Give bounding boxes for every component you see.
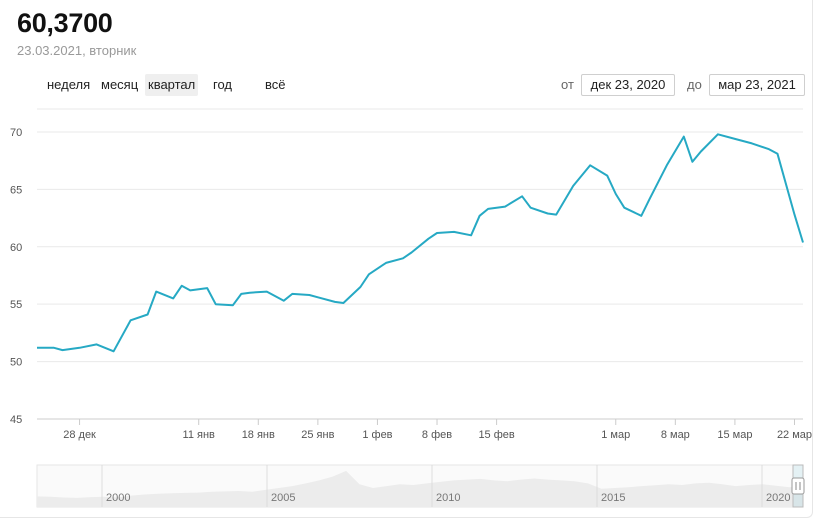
x-tick-label: 18 янв	[242, 429, 275, 441]
x-tick-label: 8 мар	[661, 429, 690, 441]
navigator-year-label: 2005	[271, 492, 295, 504]
y-tick-label: 60	[10, 242, 22, 254]
y-tick-label: 70	[10, 127, 22, 139]
x-tick-label: 28 дек	[63, 429, 96, 441]
y-tick-label: 55	[10, 299, 22, 311]
x-tick-label: 8 фев	[422, 429, 452, 441]
y-tick-label: 50	[10, 357, 22, 369]
x-tick-label: 11 янв	[183, 429, 216, 441]
navigator-year-label: 2000	[106, 492, 130, 504]
navigator[interactable]: 2000 2005 2010 2015 2020	[36, 464, 805, 508]
y-tick-label: 65	[10, 184, 22, 196]
navigator-year-label: 2020	[766, 492, 790, 504]
price-chart[interactable]: 45 50 55 60 65 70 28 дек 11 янв 18 янв 25 янв 1 ф…	[0, 0, 814, 519]
x-tick-label: 1 мар	[601, 429, 630, 441]
navigator-year-label: 2010	[436, 492, 460, 504]
x-tick-label: 15 фев	[478, 429, 514, 441]
x-tick-label: 25 янв	[301, 429, 334, 441]
chart-series	[37, 133, 804, 353]
x-tick-label: 22 мар	[777, 429, 812, 441]
chart-grid	[37, 131, 803, 420]
y-tick-label: 45	[10, 414, 22, 426]
navigator-year-label: 2015	[601, 492, 625, 504]
y-axis: 45 50 55 60 65 70	[10, 127, 22, 426]
x-tick-label: 15 мар	[717, 429, 752, 441]
navigator-handle[interactable]	[791, 477, 805, 495]
series-line-0	[37, 133, 804, 353]
x-tick-label: 1 фев	[362, 429, 392, 441]
x-axis: 28 дек 11 янв 18 янв 25 янв 1 фев 8 фев 15 фев…	[63, 419, 812, 441]
